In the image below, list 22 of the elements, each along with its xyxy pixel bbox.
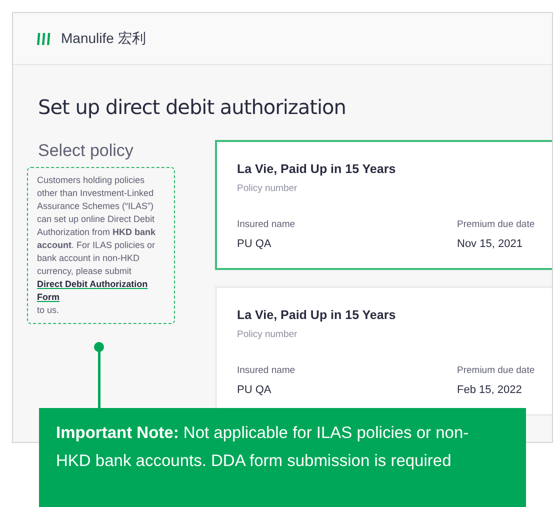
policy-name: La Vie, Paid Up in 15 Years <box>237 307 397 324</box>
connector-line <box>93 341 105 409</box>
due-date-label: Premium due date <box>457 364 535 378</box>
insured-name: PU QA <box>237 383 272 398</box>
policy-card[interactable]: La Vie, Paid Up in 15 Years Policy number Insured name PU QA Premium due date Feb 15, 2022 <box>215 286 552 416</box>
insured-label: Insured name <box>237 218 296 232</box>
policy-number-label: Policy number <box>237 328 298 342</box>
form-link[interactable]: Direct Debit Authorization Form <box>37 278 165 304</box>
policy-name: La Vie, Paid Up in 15 Years <box>237 161 397 178</box>
important-note: Important Note: Not applicable for ILAS policies or non-HKD bank accounts. DDA form submission is required <box>39 408 526 507</box>
due-date-label: Premium due date <box>457 218 535 232</box>
page-title: Set up direct debit authorization <box>38 94 347 121</box>
policy-number-label: Policy number <box>237 182 298 196</box>
insured-label: Insured name <box>237 364 296 378</box>
due-date: Feb 15, 2022 <box>457 383 523 398</box>
insured-name: PU QA <box>237 237 272 252</box>
logo-icon <box>37 32 51 44</box>
due-date: Nov 15, 2021 <box>457 237 524 252</box>
info-note: Customers holding policies other than Investment-Linked Assurance Schemes (“ILAS”) can set up online Direct Debit Authorization from HKD bank account. For ILAS policies or bank account in non-HKD currency, please submit Direct Debit Authorization Form to us. <box>27 167 175 324</box>
section-title: Select policy <box>38 140 134 162</box>
policy-card[interactable]: La Vie, Paid Up in 15 Years Policy number Insured name PU QA Premium due date Nov 15, 2021 <box>215 140 552 270</box>
brand-name: Manulife 宏利 <box>61 29 146 48</box>
